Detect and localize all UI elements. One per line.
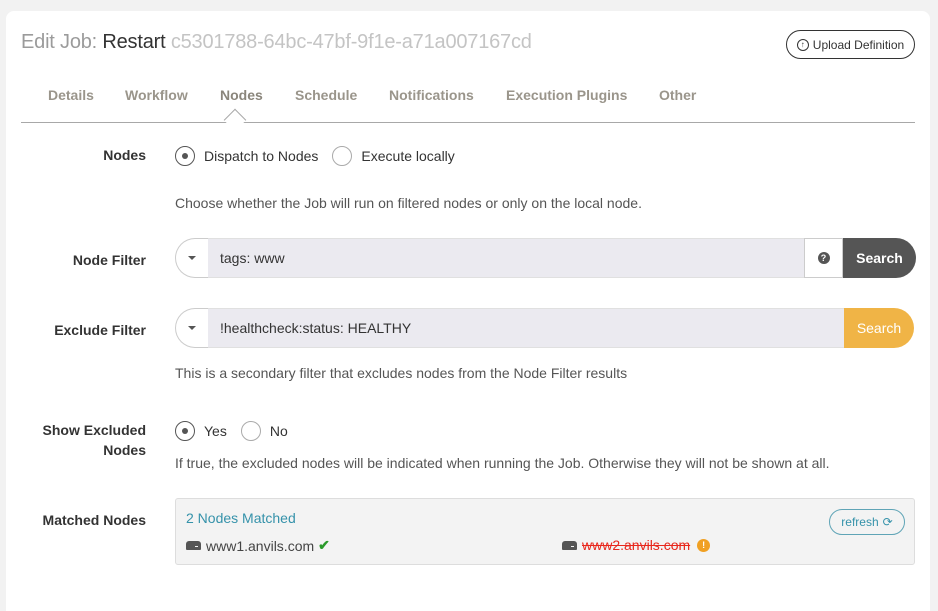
exclude-filter-label: Exclude Filter (54, 322, 146, 338)
job-name: Restart (102, 31, 166, 53)
node-filter-label: Node Filter (72, 252, 146, 268)
execute-locally-radio[interactable] (332, 146, 353, 166)
node-filter-search-button[interactable]: Search (843, 238, 916, 278)
caret-down-icon (188, 326, 196, 330)
show-excluded-help-text: If true, the excluded nodes will be indi… (175, 455, 830, 471)
exclude-filter-input[interactable]: !healthcheck:status: HEALTHY (208, 308, 844, 348)
edit-job-card: Edit Job: Restart c5301788-64bc-47bf-9f1… (6, 11, 930, 611)
exclude-filter-search-button[interactable]: Search (844, 308, 914, 348)
show-excluded-label-line2: Nodes (103, 442, 146, 458)
tab-schedule[interactable]: Schedule (295, 87, 357, 103)
exclude-filter-help-text: This is a secondary filter that excludes… (175, 365, 628, 381)
matched-nodes-label: Matched Nodes (42, 512, 146, 528)
show-excluded-yes-radio[interactable] (175, 421, 195, 441)
refresh-button[interactable]: refresh ⟳ (829, 509, 905, 535)
page-title: Edit Job: Restart c5301788-64bc-47bf-9f1… (21, 31, 532, 54)
title-prefix: Edit Job: (21, 31, 98, 53)
tab-workflow[interactable]: Workflow (125, 87, 188, 103)
show-excluded-label-line1: Show Excluded (42, 422, 146, 438)
nodes-help-text: Choose whether the Job will run on filte… (175, 195, 642, 211)
refresh-icon: ⟳ (882, 515, 893, 529)
upload-definition-button[interactable]: ↑ Upload Definition (786, 30, 915, 59)
exclude-filter-dropdown[interactable] (175, 308, 208, 348)
nodes-radio-group: Dispatch to Nodes Execute locally (175, 146, 469, 166)
job-uuid: c5301788-64bc-47bf-9f1e-a71a007167cd (170, 31, 532, 53)
caret-down-icon (188, 256, 196, 260)
show-excluded-no-label[interactable]: No (270, 423, 288, 439)
dispatch-to-nodes-radio[interactable] (175, 146, 195, 166)
active-tab-caret (223, 108, 247, 132)
server-icon (186, 541, 201, 550)
node-filter-help-button[interactable]: ? (804, 238, 843, 278)
node-filter-group: tags: www ? Search (175, 238, 916, 278)
show-excluded-label: Show Excluded Nodes (6, 420, 146, 460)
dispatch-to-nodes-label[interactable]: Dispatch to Nodes (204, 148, 318, 164)
node-filter-dropdown[interactable] (175, 238, 208, 278)
show-excluded-radio-group: Yes No (175, 421, 302, 441)
node-name: www2.anvils.com (582, 537, 691, 553)
server-icon (562, 540, 577, 550)
exclamation-circle-icon: ! (697, 538, 711, 552)
exclude-filter-group: !healthcheck:status: HEALTHY Search (175, 308, 914, 348)
tab-other[interactable]: Other (659, 87, 696, 103)
tab-bar: Details Workflow Nodes Schedule Notifica… (21, 75, 915, 132)
execute-locally-label[interactable]: Execute locally (361, 148, 454, 164)
matched-nodes-panel: 2 Nodes Matched refresh ⟳ www1.anvils.co… (175, 498, 915, 565)
question-circle-icon: ? (817, 252, 830, 264)
upload-definition-label: Upload Definition (812, 37, 905, 52)
node-filter-input[interactable]: tags: www (208, 238, 804, 278)
tab-details[interactable]: Details (48, 87, 94, 103)
tab-execution-plugins[interactable]: Execution Plugins (506, 87, 627, 103)
tab-notifications[interactable]: Notifications (389, 87, 474, 103)
check-icon: ✔ (318, 537, 330, 553)
show-excluded-no-radio[interactable] (240, 421, 261, 441)
nodes-label: Nodes (103, 147, 146, 163)
node-name: www1.anvils.com (206, 537, 315, 554)
circle-arrow-up-icon: ↑ (796, 38, 809, 51)
refresh-label: refresh (841, 515, 879, 529)
show-excluded-yes-label[interactable]: Yes (204, 423, 227, 439)
node-item-excluded[interactable]: www2.anvils.com ! (562, 537, 711, 553)
matched-nodes-count[interactable]: 2 Nodes Matched (186, 510, 296, 526)
node-item[interactable]: www1.anvils.com ✔ (186, 537, 330, 554)
tab-nodes[interactable]: Nodes (220, 87, 263, 103)
